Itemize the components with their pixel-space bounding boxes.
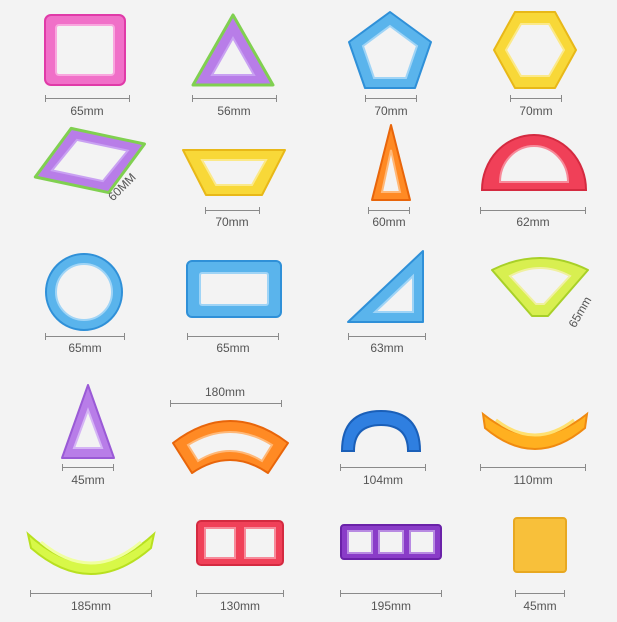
ring-dimension: [45, 333, 125, 340]
pentagon-piece: [348, 11, 432, 89]
large-arc-piece: [172, 420, 289, 474]
right-triangle-dimension: [348, 333, 426, 340]
pentagon-dimension: [365, 95, 417, 102]
long-curve-dimension: [30, 590, 152, 597]
semicircle-piece: [480, 134, 588, 191]
trapezoid-piece: [182, 149, 286, 196]
square-size-label: 65mm: [70, 104, 104, 118]
semicircle-dimension: [480, 207, 586, 214]
double-square-size-label: 130mm: [219, 599, 260, 613]
ring-piece: [45, 253, 123, 331]
solid-square-piece: [513, 517, 567, 573]
arch-size-label: 104mm: [362, 473, 403, 487]
ring-size-label: 65mm: [68, 341, 102, 355]
triangle-size-label: 56mm: [217, 104, 251, 118]
large-arc-size-label: 180mm: [204, 385, 245, 399]
arch-piece: [340, 409, 422, 452]
square-dimension: [45, 95, 130, 102]
right-triangle-size-label: 63mm: [370, 341, 404, 355]
hexagon-dimension: [510, 95, 562, 102]
hexagon-piece: [493, 11, 577, 89]
rectangle-piece: [186, 260, 282, 318]
long-curve-piece: [26, 531, 156, 575]
pentagon-size-label: 70mm: [374, 104, 408, 118]
double-square-dimension: [196, 590, 284, 597]
double-square-piece: [196, 520, 284, 566]
solid-square-dimension: [515, 590, 565, 597]
trapezoid-size-label: 70mm: [215, 215, 249, 229]
hexagon-size-label: 70mm: [519, 104, 553, 118]
rectangle-size-label: 65mm: [216, 341, 250, 355]
small-triangle-size-label: 45mm: [71, 473, 105, 487]
trapezoid-dimension: [205, 207, 260, 214]
small-triangle-dimension: [62, 464, 114, 471]
solid-square-size-label: 45mm: [523, 599, 557, 613]
curved-bar-size-label: 110mm: [513, 473, 553, 487]
triple-square-size-label: 195mm: [370, 599, 411, 613]
triangle-dimension: [192, 95, 277, 102]
rectangle-dimension: [187, 333, 279, 340]
square-piece: [44, 14, 126, 86]
triangle-piece: [191, 13, 275, 87]
right-triangle-piece: [347, 250, 424, 323]
large-arc-dimension: [170, 400, 282, 407]
small-triangle-piece: [61, 384, 115, 459]
arch-dimension: [340, 464, 426, 471]
triple-square-piece: [340, 524, 442, 560]
curved-bar-piece: [481, 411, 589, 450]
triple-square-dimension: [340, 590, 442, 597]
tall-triangle-dimension: [368, 207, 410, 214]
tall-triangle-piece: [371, 124, 411, 201]
long-curve-size-label: 185mm: [70, 599, 111, 613]
tall-triangle-size-label: 60mm: [372, 215, 406, 229]
semicircle-size-label: 62mm: [516, 215, 550, 229]
curved-bar-dimension: [480, 464, 586, 471]
